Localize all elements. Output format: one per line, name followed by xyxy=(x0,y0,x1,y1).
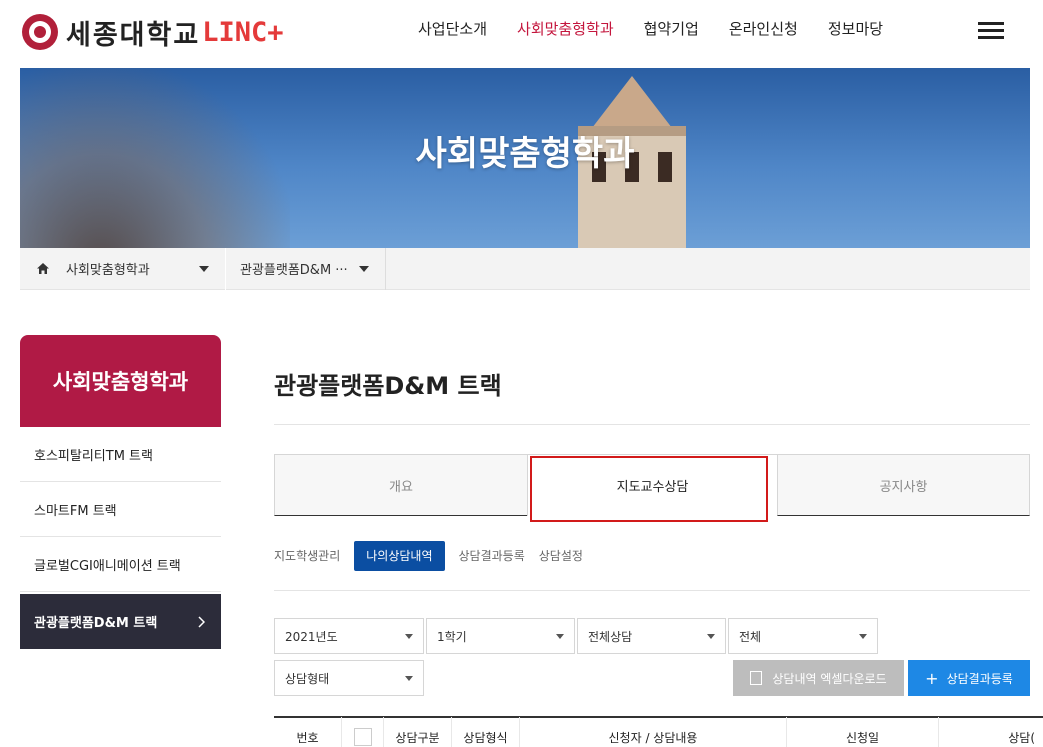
chevron-down-icon xyxy=(405,675,413,681)
table-header-row: 번호 상담구분 상담형식 신청자 / 상담내용 신청일 상담( xyxy=(274,716,1043,747)
status-select[interactable]: 전체 xyxy=(728,618,878,654)
chevron-right-icon xyxy=(198,615,205,628)
hero-title: 사회맞춤형학과 xyxy=(415,134,635,174)
col-header-select-all xyxy=(342,717,384,747)
semester-select[interactable]: 1학기 xyxy=(426,618,575,654)
sidebar-item-label: 호스피탈리티TM 트랙 xyxy=(34,448,153,464)
hero-banner: 사회맞춤형학과 xyxy=(20,68,1030,248)
chevron-down-icon xyxy=(199,265,209,272)
register-result-button[interactable]: + 상담결과등록 xyxy=(908,660,1030,696)
select-all-checkbox[interactable] xyxy=(353,728,372,746)
excel-file-icon xyxy=(750,671,763,685)
tab-notices[interactable]: 공지사항 xyxy=(777,454,1030,516)
col-header-format: 상담형식 xyxy=(452,717,520,747)
site-logo[interactable]: 세종대학교 LINC+ xyxy=(22,12,283,52)
nav-item-partners[interactable]: 협약기업 xyxy=(644,18,699,40)
year-select-value: 2021년도 xyxy=(285,629,338,644)
main-nav: 사업단소개 사회맞춤형학과 협약기업 온라인신청 정보마당 xyxy=(418,18,913,40)
divider xyxy=(274,590,1030,591)
sidebar-item-label: 관광플랫폼D&M 트랙 xyxy=(34,616,158,631)
sub-tabs: 지도학생관리 나의상담내역 상담결과등록 상담설정 xyxy=(274,541,597,571)
chevron-down-icon xyxy=(405,633,413,639)
breadcrumb-level1-label: 사회맞춤형학과 xyxy=(66,263,150,278)
tab-overview[interactable]: 개요 xyxy=(274,454,528,516)
chevron-down-icon xyxy=(359,265,369,272)
sidebar-item-dm-active[interactable]: 관광플랫폼D&M 트랙 xyxy=(20,594,221,649)
col-header-category: 상담구분 xyxy=(384,717,452,747)
subtab-my-consultations[interactable]: 나의상담내역 xyxy=(354,541,445,571)
home-icon[interactable] xyxy=(20,248,66,290)
consult-scope-select[interactable]: 전체상담 xyxy=(577,618,726,654)
menu-icon[interactable] xyxy=(978,22,1004,40)
status-select-value: 전체 xyxy=(739,629,762,644)
highlight-box xyxy=(530,456,768,522)
consult-scope-select-value: 전체상담 xyxy=(588,629,633,644)
nav-item-online-apply[interactable]: 온라인신청 xyxy=(729,18,798,40)
logo-brand: LINC+ xyxy=(202,16,284,48)
breadcrumb-level2-dropdown[interactable]: 관광플랫폼D&M ··· xyxy=(226,247,386,290)
page-title: 관광플랫폼D&M 트랙 xyxy=(274,372,502,400)
breadcrumb-level1-dropdown[interactable]: 사회맞춤형학과 xyxy=(66,247,226,290)
subtab-register-result[interactable]: 상담결과등록 xyxy=(459,541,525,571)
excel-download-button[interactable]: 상담내역 엑셀다운로드 xyxy=(733,660,904,696)
breadcrumb-level2-label: 관광플랫폼D&M ··· xyxy=(240,263,348,278)
logo-text: 세종대학교 xyxy=(66,19,201,51)
consult-type-select[interactable]: 상담형태 xyxy=(274,660,424,696)
chevron-down-icon xyxy=(859,633,867,639)
col-header-number: 번호 xyxy=(274,717,342,747)
nav-item-about[interactable]: 사업단소개 xyxy=(418,18,487,40)
site-header: 세종대학교 LINC+ 사업단소개 사회맞춤형학과 협약기업 온라인신청 정보마… xyxy=(0,0,1043,68)
year-select[interactable]: 2021년도 xyxy=(274,618,424,654)
chevron-down-icon xyxy=(556,633,564,639)
chevron-down-icon xyxy=(707,633,715,639)
excel-download-label: 상담내역 엑셀다운로드 xyxy=(772,671,887,686)
sidebar-item-label: 글로벌CGI애니메이션 트랙 xyxy=(34,558,181,574)
subtab-student-management[interactable]: 지도학생관리 xyxy=(274,541,340,571)
divider xyxy=(274,424,1030,425)
col-header-applicant-content: 신청자 / 상담내용 xyxy=(520,717,787,747)
sidebar-item-hospitality[interactable]: 호스피탈리티TM 트랙 xyxy=(20,427,221,482)
nav-item-info[interactable]: 정보마당 xyxy=(828,18,883,40)
sidebar-item-label: 스마트FM 트랙 xyxy=(34,503,117,519)
col-header-consult-date: 상담( xyxy=(1008,730,1035,745)
sidebar-item-smartfm[interactable]: 스마트FM 트랙 xyxy=(20,482,221,537)
consult-type-select-value: 상담형태 xyxy=(285,671,330,686)
university-emblem-icon xyxy=(22,14,58,50)
subtab-consult-settings[interactable]: 상담설정 xyxy=(539,541,583,571)
plus-icon: + xyxy=(925,668,939,688)
register-result-label: 상담결과등록 xyxy=(946,671,1013,686)
semester-select-value: 1학기 xyxy=(437,629,467,644)
breadcrumb: 사회맞춤형학과 관광플랫폼D&M ··· xyxy=(20,247,1030,290)
nav-item-department[interactable]: 사회맞춤형학과 xyxy=(517,18,614,40)
sidebar-item-cgi[interactable]: 글로벌CGI애니메이션 트랙 xyxy=(20,537,221,592)
sidebar-title: 사회맞춤형학과 xyxy=(20,335,221,427)
col-header-apply-date: 신청일 xyxy=(787,717,939,747)
